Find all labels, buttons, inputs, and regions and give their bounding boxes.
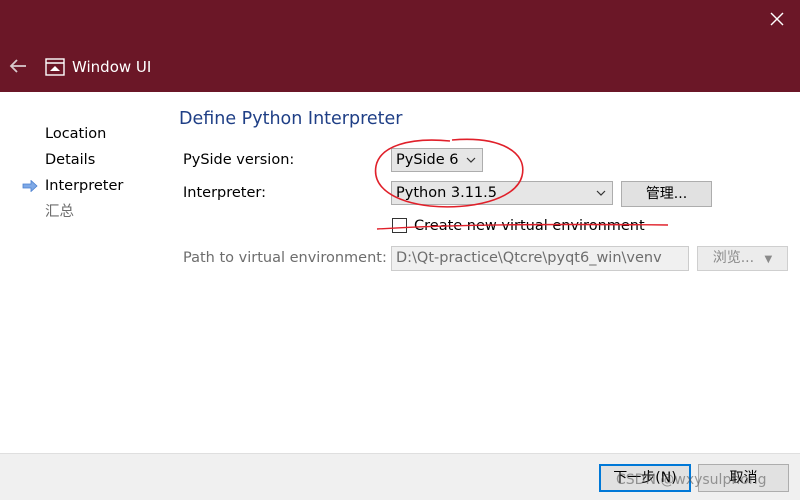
chevron-down-icon bbox=[596, 190, 606, 196]
browse-button: 浏览... ▼ bbox=[697, 246, 788, 271]
chevron-down-icon: ▼ bbox=[764, 254, 773, 265]
pyside-version-value: PySide 6 bbox=[396, 152, 459, 168]
back-arrow-icon[interactable] bbox=[8, 56, 28, 76]
venv-path-label: Path to virtual environment: bbox=[183, 250, 387, 266]
wizard-window: Window UI Location Details Interpreter 汇… bbox=[0, 0, 800, 500]
nav-step-location: Location bbox=[45, 126, 107, 142]
pyside-version-combo[interactable]: PySide 6 bbox=[391, 148, 483, 172]
title-bar: Window UI bbox=[0, 0, 800, 92]
interpreter-combo[interactable]: Python 3.11.5 bbox=[391, 181, 613, 205]
window-app-icon bbox=[45, 58, 65, 76]
cancel-button[interactable]: 取消 bbox=[698, 464, 789, 492]
interpreter-value: Python 3.11.5 bbox=[396, 185, 497, 201]
nav-step-interpreter: Interpreter bbox=[45, 178, 124, 194]
create-venv-label[interactable]: Create new virtual environment bbox=[414, 216, 645, 236]
current-step-arrow-icon bbox=[22, 180, 38, 192]
next-button[interactable]: 下一步(N) bbox=[599, 464, 691, 492]
nav-step-summary: 汇总 bbox=[45, 204, 74, 220]
interpreter-label: Interpreter: bbox=[183, 185, 266, 201]
window-title: Window UI bbox=[72, 58, 152, 76]
page-title: Define Python Interpreter bbox=[179, 109, 403, 129]
nav-step-details: Details bbox=[45, 152, 96, 168]
pyside-version-label: PySide version: bbox=[183, 152, 295, 168]
create-venv-checkbox[interactable] bbox=[392, 218, 407, 233]
manage-interpreters-button[interactable]: 管理... bbox=[621, 181, 712, 207]
venv-path-input: D:\Qt-practice\Qtcre\pyqt6_win\venv bbox=[391, 246, 689, 271]
chevron-down-icon bbox=[466, 157, 476, 163]
browse-button-label: 浏览... bbox=[712, 250, 755, 266]
close-icon[interactable] bbox=[766, 8, 788, 30]
